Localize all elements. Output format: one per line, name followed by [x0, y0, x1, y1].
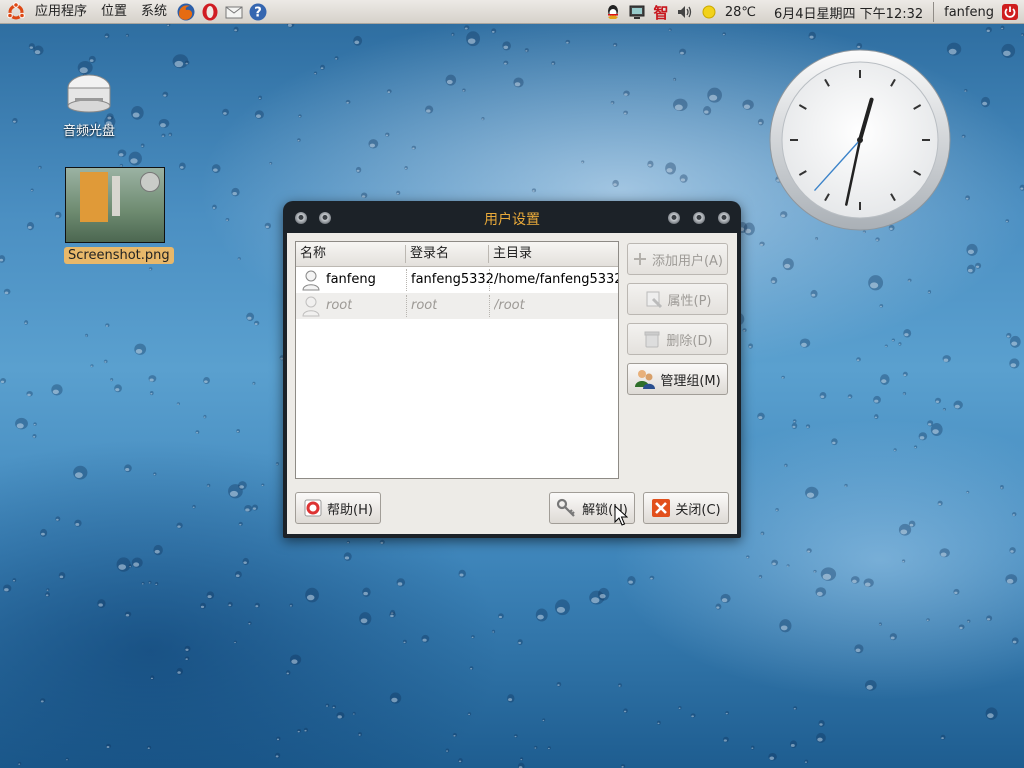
close-label: 关闭(C) — [675, 502, 721, 518]
lifebuoy-icon — [303, 498, 323, 518]
help-icon[interactable]: ? — [248, 2, 268, 22]
user-icon — [302, 296, 320, 317]
qq-icon[interactable] — [603, 2, 623, 22]
desktop-icon-label: Screenshot.png — [64, 247, 174, 264]
close-icon — [651, 498, 671, 518]
plus-icon — [632, 251, 648, 267]
users-group-icon — [634, 368, 656, 390]
add-user-button[interactable]: 添加用户(A) — [627, 243, 728, 275]
display-icon[interactable] — [627, 2, 647, 22]
input-method-icon[interactable]: 智 — [651, 2, 671, 22]
properties-icon — [644, 289, 664, 309]
close-button[interactable]: 关闭(C) — [643, 492, 729, 524]
places-menu[interactable]: 位置 — [94, 0, 134, 24]
clock-datetime[interactable]: 6月4日星期四 下午12:32 — [770, 3, 927, 22]
image-thumbnail — [65, 167, 165, 243]
window-minimize-button[interactable] — [668, 212, 680, 224]
user-login-cell: fanfeng5332 — [411, 272, 494, 287]
trash-icon — [642, 329, 662, 349]
power-icon[interactable] — [1000, 2, 1020, 22]
volume-icon[interactable] — [675, 2, 695, 22]
user-login-cell: root — [411, 298, 438, 313]
user-list-header: 名称 登录名 主目录 — [296, 242, 618, 267]
manage-groups-button[interactable]: 管理组(M) — [627, 363, 728, 395]
user-name-cell: fanfeng — [326, 272, 376, 287]
delete-label: 删除(D) — [666, 333, 713, 349]
keys-icon — [556, 497, 578, 519]
opera-icon[interactable] — [200, 2, 220, 22]
window-maximize-button[interactable] — [693, 212, 705, 224]
user-home-cell: /home/fanfeng5332 — [494, 272, 618, 287]
add-user-label: 添加用户(A) — [651, 253, 724, 269]
help-button[interactable]: 帮助(H) — [295, 492, 381, 524]
top-panel: 应用程序 位置 系统 ? 智 28℃ 6月4日星期四 下午12:32 fanfe… — [0, 0, 1024, 24]
user-home-cell: /root — [494, 298, 525, 313]
svg-text:智: 智 — [653, 4, 668, 21]
user-settings-window: 用户设置 名称 登录名 主目录 fanfeng fanfeng5332 /hom… — [283, 201, 741, 538]
manage-groups-label: 管理组(M) — [660, 373, 721, 389]
desktop-icon-audio-cd[interactable]: 音频光盘 — [56, 72, 122, 139]
user-name[interactable]: fanfeng — [940, 5, 998, 20]
ubuntu-logo-icon[interactable] — [6, 1, 26, 22]
user-name-cell: root — [326, 298, 353, 313]
desktop-icon-label: 音频光盘 — [62, 124, 115, 139]
user-list[interactable]: 名称 登录名 主目录 fanfeng fanfeng5332 /home/fan… — [295, 241, 619, 479]
firefox-icon[interactable] — [176, 2, 196, 22]
panel-separator — [933, 2, 935, 22]
column-header-home[interactable]: 主目录 — [489, 242, 618, 266]
delete-button[interactable]: 删除(D) — [627, 323, 728, 355]
window-content: 名称 登录名 主目录 fanfeng fanfeng5332 /home/fan… — [287, 233, 737, 534]
properties-button[interactable]: 属性(P) — [627, 283, 728, 315]
applications-menu[interactable]: 应用程序 — [28, 0, 94, 24]
window-close-button[interactable] — [718, 212, 730, 224]
window-titlebar[interactable]: 用户设置 — [283, 201, 741, 233]
column-header-login[interactable]: 登录名 — [406, 242, 489, 266]
weather-sun-icon[interactable] — [699, 2, 719, 22]
system-menu[interactable]: 系统 — [134, 0, 174, 24]
desktop-icon-screenshot[interactable]: Screenshot.png — [64, 167, 174, 264]
properties-label: 属性(P) — [667, 293, 712, 309]
user-icon — [302, 270, 320, 291]
svg-text:?: ? — [254, 5, 262, 20]
analog-clock-widget[interactable] — [768, 48, 952, 232]
help-label: 帮助(H) — [327, 502, 373, 518]
cd-drive-icon — [67, 74, 111, 113]
weather-temperature[interactable]: 28℃ — [721, 5, 760, 20]
table-row[interactable]: root root /root — [296, 293, 618, 319]
mouse-cursor-icon — [614, 505, 628, 526]
mail-icon[interactable] — [224, 2, 244, 22]
table-row[interactable]: fanfeng fanfeng5332 /home/fanfeng5332 — [296, 267, 618, 293]
column-header-name[interactable]: 名称 — [296, 242, 406, 266]
